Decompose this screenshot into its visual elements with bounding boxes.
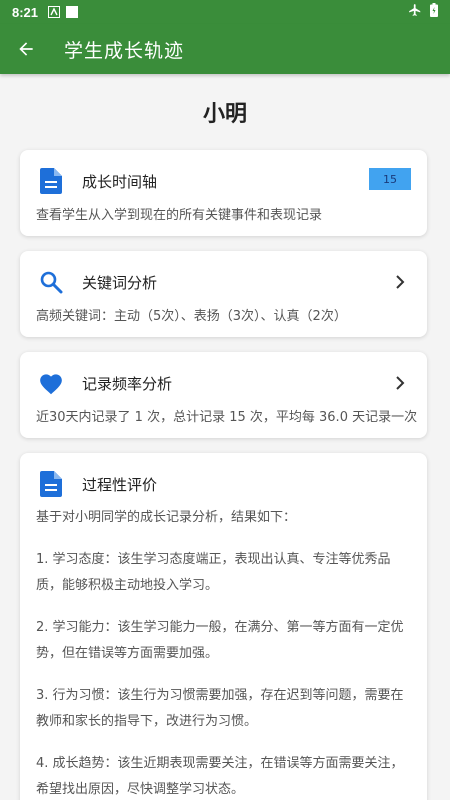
evaluation-body: 基于对小明同学的成长记录分析，结果如下： 1. 学习态度：该生学习态度端正，表现… bbox=[36, 505, 413, 800]
frequency-analysis-card[interactable]: 记录频率分析 近30天内记录了 1 次，总计记录 15 次，平均每 36.0 天… bbox=[20, 352, 427, 438]
evaluation-item: 3. 行为习惯：该生行为习惯需要加强，存在迟到等问题，需要在教师和家长的指导下，… bbox=[36, 688, 404, 729]
process-evaluation-title: 过程性评价 bbox=[82, 475, 158, 494]
frequency-analysis-title: 记录频率分析 bbox=[82, 374, 173, 393]
chevron-right-icon[interactable] bbox=[391, 273, 409, 291]
student-name: 小明 bbox=[202, 102, 247, 127]
frequency-analysis-description: 近30天内记录了 1 次，总计记录 15 次，平均每 36.0 天记录一次 bbox=[36, 410, 418, 425]
chevron-right-icon[interactable] bbox=[391, 374, 409, 392]
page-title: 学生成长轨迹 bbox=[64, 39, 185, 62]
notification-square-icon bbox=[66, 6, 79, 18]
evaluation-item: 2. 学习能力：该生学习能力一般，在满分、第一等方面有一定优势，但在错误等方面需… bbox=[36, 620, 404, 661]
document-icon bbox=[38, 471, 64, 497]
status-bar: 8:21 bbox=[0, 0, 450, 24]
battery-icon bbox=[430, 3, 438, 21]
airplane-mode-icon bbox=[408, 3, 422, 21]
keyword-analysis-title: 关键词分析 bbox=[82, 273, 158, 292]
process-evaluation-card: 过程性评价 基于对小明同学的成长记录分析，结果如下： 1. 学习态度：该生学习态… bbox=[20, 453, 427, 800]
evaluation-item: 4. 成长趋势：该生近期表现需要关注，在错误等方面需要关注，希望找出原因，尽快调… bbox=[36, 756, 404, 797]
timeline-title: 成长时间轴 bbox=[82, 172, 158, 191]
record-count-badge: 15 bbox=[369, 168, 411, 190]
timeline-description: 查看学生从入学到现在的所有关键事件和表现记录 bbox=[36, 208, 323, 223]
timeline-card[interactable]: 成长时间轴 15 查看学生从入学到现在的所有关键事件和表现记录 bbox=[20, 150, 427, 236]
notification-a-icon bbox=[48, 6, 61, 18]
keyword-analysis-card[interactable]: 关键词分析 高频关键词：主动（5次）、表扬（3次）、认真（2次） bbox=[20, 251, 427, 337]
status-time: 8:21 bbox=[12, 4, 39, 20]
evaluation-intro: 基于对小明同学的成长记录分析，结果如下： bbox=[36, 510, 297, 525]
heart-icon bbox=[38, 370, 64, 396]
app-bar: 学生成长轨迹 bbox=[0, 24, 450, 74]
evaluation-item: 1. 学习态度：该生学习态度端正，表现出认真、专注等优秀品质，能够积极主动地投入… bbox=[36, 552, 391, 593]
search-icon bbox=[38, 269, 64, 295]
arrow-back-icon[interactable] bbox=[14, 37, 38, 61]
document-icon bbox=[38, 168, 64, 194]
keyword-analysis-description: 高频关键词：主动（5次）、表扬（3次）、认真（2次） bbox=[36, 309, 347, 324]
